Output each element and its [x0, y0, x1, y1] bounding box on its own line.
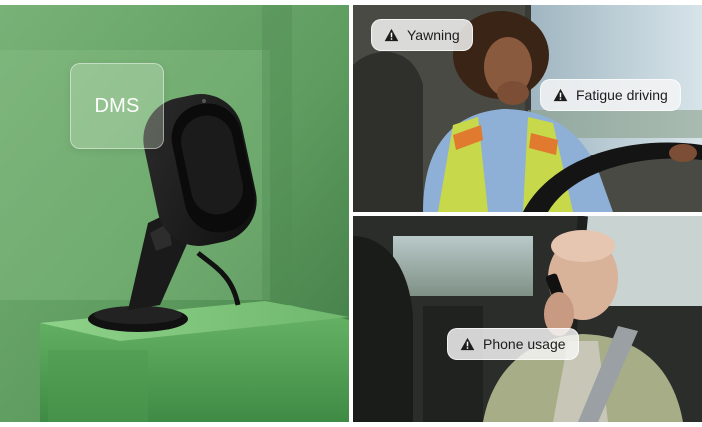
fatigue-alert: Fatigue driving: [540, 79, 681, 111]
yawning-alert-label: Yawning: [407, 27, 460, 43]
phone-usage-alert-label: Phone usage: [483, 336, 566, 352]
dms-label-card: DMS: [70, 63, 164, 149]
phone-driver-illustration: [353, 216, 702, 422]
dms-device-illustration: [0, 5, 349, 422]
warning-icon: [460, 337, 475, 351]
fatigue-alert-label: Fatigue driving: [576, 87, 668, 103]
warning-icon: [384, 28, 399, 42]
phone-driver-photo: Phone usage: [353, 216, 702, 422]
dms-device-photo: DMS: [0, 5, 349, 422]
phone-usage-alert: Phone usage: [447, 328, 579, 360]
yawning-driver-photo: Yawning Fatigue driving: [353, 5, 702, 212]
yawning-alert: Yawning: [371, 19, 473, 51]
composite-image: DMS Yawning Fatigue driving Phone usage: [0, 0, 702, 427]
dms-label: DMS: [94, 94, 140, 117]
warning-icon: [553, 88, 568, 102]
